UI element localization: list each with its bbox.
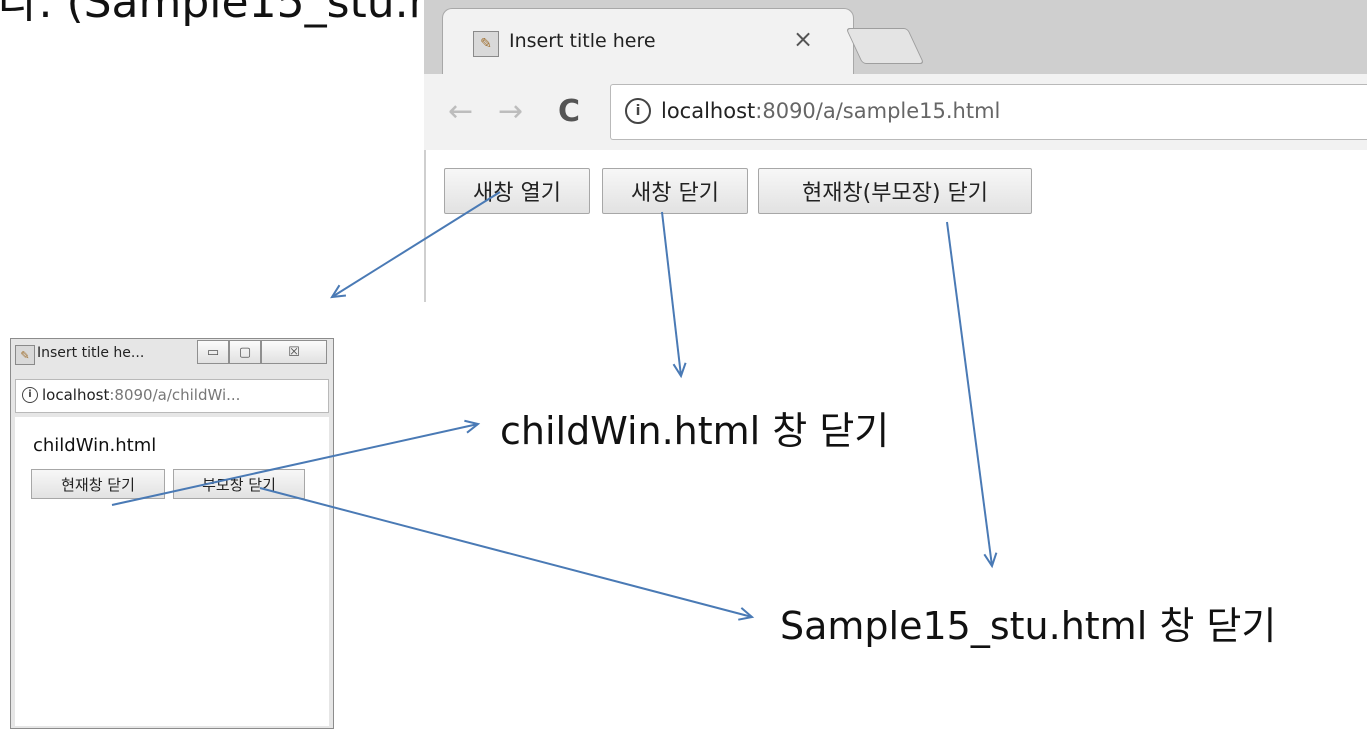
arrow-close-current xyxy=(946,221,998,569)
arrow-child-parent xyxy=(259,487,755,621)
annotation-arrows xyxy=(111,191,998,621)
arrow-close-new xyxy=(661,211,687,379)
arrow-child-current xyxy=(111,419,481,506)
arrow-open-new xyxy=(330,191,501,299)
